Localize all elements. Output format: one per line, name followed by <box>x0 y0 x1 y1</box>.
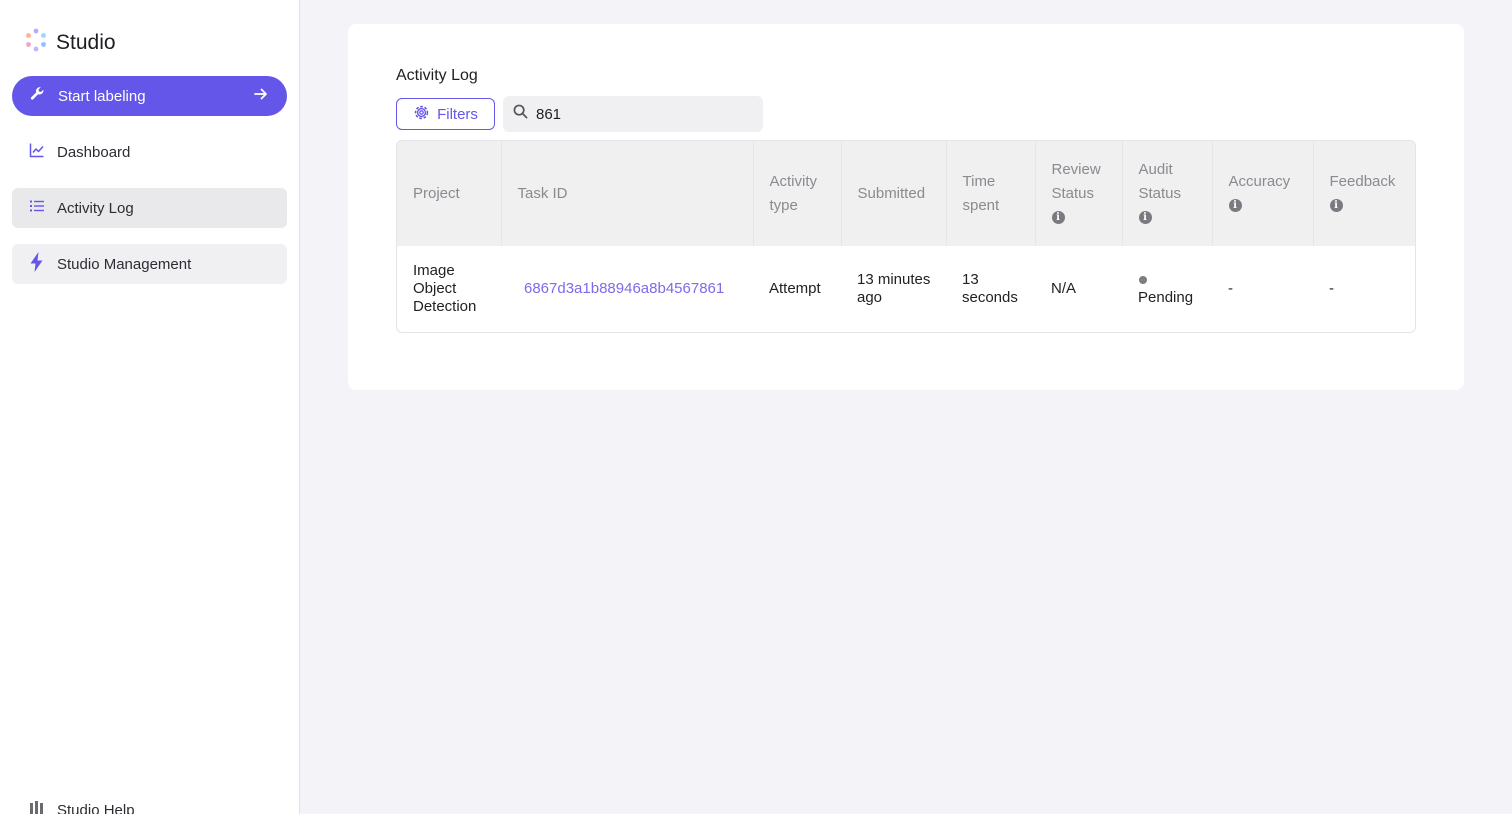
brand-name: Studio <box>56 30 116 54</box>
bolt-icon <box>29 252 45 276</box>
submitted-cell: 13 minutes ago <box>857 271 931 306</box>
table-row[interactable]: Image Object Detection 6867d3a1b88946a8b… <box>397 246 1415 332</box>
search-input[interactable] <box>536 105 736 123</box>
status-dot <box>1139 276 1147 284</box>
column-header-activity-type[interactable]: Activity type <box>753 141 842 246</box>
sidebar-item-label: Activity Log <box>57 199 134 217</box>
info-icon[interactable]: i <box>1329 199 1343 213</box>
sidebar-item-label: Dashboard <box>57 143 131 161</box>
start-labeling-button[interactable]: Start labeling <box>12 76 287 116</box>
info-icon[interactable]: i <box>1228 199 1242 213</box>
accuracy-cell: - <box>1228 280 1233 297</box>
sidebar-item-studio-help[interactable]: Studio Help <box>12 790 287 814</box>
task-id-link[interactable]: 6867d3a1b88946a8b4567861 <box>501 246 753 332</box>
wrench-icon <box>30 86 46 106</box>
filters-label: Filters <box>437 105 478 123</box>
column-header-task-id[interactable]: Task ID <box>501 141 754 246</box>
table-header-row: Project Task ID Activity type Submitted T… <box>397 141 1415 246</box>
list-icon <box>29 198 45 218</box>
column-header-accuracy[interactable]: Accuracy i <box>1212 141 1314 246</box>
info-icon[interactable]: i <box>1051 211 1065 225</box>
column-header-feedback[interactable]: Feedback i <box>1313 141 1415 246</box>
filters-button[interactable]: Filters <box>396 98 495 130</box>
info-icon[interactable]: i <box>1138 211 1152 225</box>
start-labeling-label: Start labeling <box>58 87 146 105</box>
project-cell: Image Object Detection <box>413 262 477 315</box>
column-header-time-spent[interactable]: Time spent <box>946 141 1036 246</box>
arrow-right-icon <box>253 86 269 106</box>
page-title: Activity Log <box>396 67 478 84</box>
audit-status-cell: Pending <box>1122 246 1212 332</box>
activity-type-cell: Attempt <box>769 280 821 297</box>
review-status-cell: N/A <box>1051 280 1077 297</box>
book-icon <box>29 800 45 814</box>
activity-table: Project Task ID Activity type Submitted T… <box>396 140 1416 333</box>
sidebar-item-activity-log[interactable]: Activity Log <box>12 188 287 228</box>
sidebar-item-studio-management[interactable]: Studio Management <box>12 244 287 284</box>
time-spent-cell: 13 seconds <box>962 271 1018 306</box>
column-header-submitted[interactable]: Submitted <box>841 141 947 246</box>
sidebar: Studio Start labeling Dashboard Activity… <box>0 0 300 814</box>
audit-status-label: Pending <box>1138 289 1194 306</box>
sidebar-item-label: Studio Help <box>57 801 135 814</box>
sidebar-item-dashboard[interactable]: Dashboard <box>12 132 287 172</box>
gear-icon <box>413 104 430 125</box>
sidebar-item-label: Studio Management <box>57 255 192 273</box>
studio-logo-icon <box>24 28 48 57</box>
search-field[interactable] <box>503 96 763 132</box>
column-header-audit-status[interactable]: Audit Status i <box>1122 141 1213 246</box>
feedback-cell: - <box>1329 280 1334 297</box>
column-header-project[interactable]: Project <box>397 141 502 246</box>
activity-log-card: Activity Log Filters 861 Project Task ID… <box>348 24 1464 390</box>
column-header-review-status[interactable]: Review Status i <box>1035 141 1123 246</box>
brand[interactable]: Studio <box>24 28 116 57</box>
search-icon <box>513 104 528 124</box>
chart-line-icon <box>29 142 45 162</box>
